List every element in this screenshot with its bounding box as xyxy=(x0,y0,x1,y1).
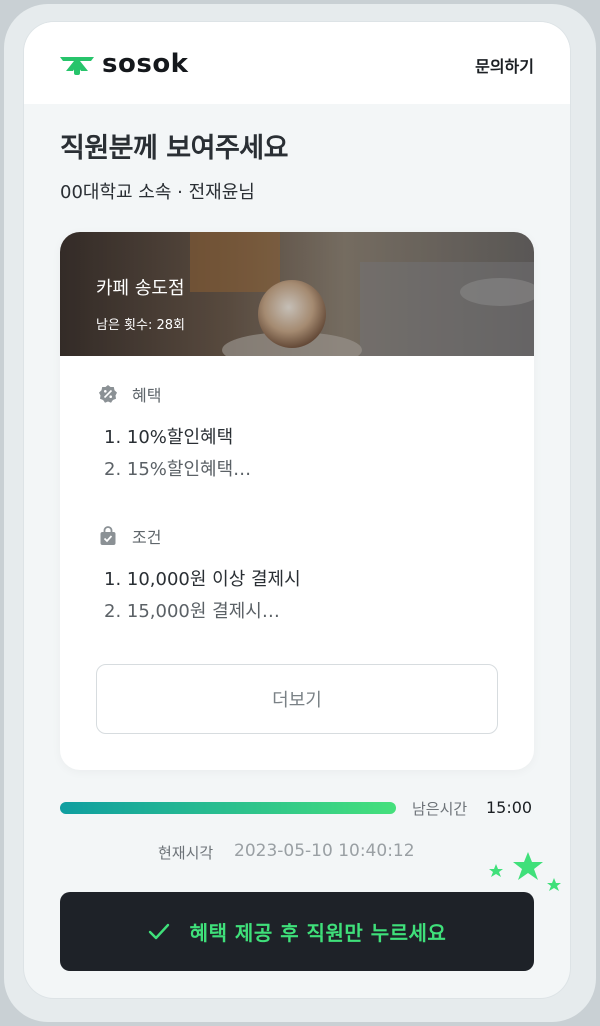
shopping-bag-check-icon xyxy=(100,526,116,545)
list-item: 1. 10%할인혜택 xyxy=(104,427,234,448)
app-screen: sosok 문의하기 직원분께 보여주세요 00대학교 소속 · 전재윤님 카페… xyxy=(24,22,570,998)
time-progress-fill xyxy=(60,802,396,814)
condition-list: 1. 10,000원 이상 결제시 2. 15,000원 결제시… xyxy=(104,564,301,628)
condition-section-header: 조건 xyxy=(98,524,161,548)
store-name: 카페 송도점 xyxy=(96,278,185,299)
remaining-count: 남은 횟수: 28회 xyxy=(96,318,185,333)
sprout-logo-icon xyxy=(60,57,94,75)
top-bar: sosok 문의하기 xyxy=(24,22,570,104)
brand-logo[interactable]: sosok xyxy=(58,50,188,78)
current-time-value: 2023-05-10 10:40:12 xyxy=(234,841,415,861)
checkmark-icon xyxy=(148,923,170,941)
user-affiliation: 00대학교 소속 · 전재윤님 xyxy=(60,182,255,203)
inquiry-link[interactable]: 문의하기 xyxy=(475,53,534,77)
staff-confirm-button[interactable]: 혜택 제공 후 직원만 누르세요 xyxy=(60,892,534,971)
list-item: 1. 10,000원 이상 결제시 xyxy=(104,569,301,590)
time-left-value: 15:00 xyxy=(486,798,533,817)
time-progress-bar xyxy=(60,802,396,814)
benefit-card: 카페 송도점 남은 횟수: 28회 혜택 1. 10%할인혜택 2. 15%할인… xyxy=(60,232,534,770)
staff-confirm-label: 혜택 제공 후 직원만 누르세요 xyxy=(189,921,447,945)
benefit-section-header: 혜택 xyxy=(98,382,161,406)
more-button[interactable]: 더보기 xyxy=(96,664,498,734)
current-time-label: 현재시각 xyxy=(158,844,214,862)
time-left-label: 남은시간 xyxy=(412,800,468,818)
percent-badge-icon xyxy=(99,385,117,403)
store-photo: 카페 송도점 남은 횟수: 28회 xyxy=(60,232,534,356)
brand-name: sosok xyxy=(102,49,189,79)
list-item: 2. 15%할인혜택… xyxy=(104,459,252,480)
page-title: 직원분께 보여주세요 xyxy=(60,133,288,164)
benefit-label: 혜택 xyxy=(132,386,162,405)
condition-label: 조건 xyxy=(132,528,162,547)
benefit-list: 1. 10%할인혜택 2. 15%할인혜택… xyxy=(104,422,251,486)
list-item: 2. 15,000원 결제시… xyxy=(104,601,280,622)
